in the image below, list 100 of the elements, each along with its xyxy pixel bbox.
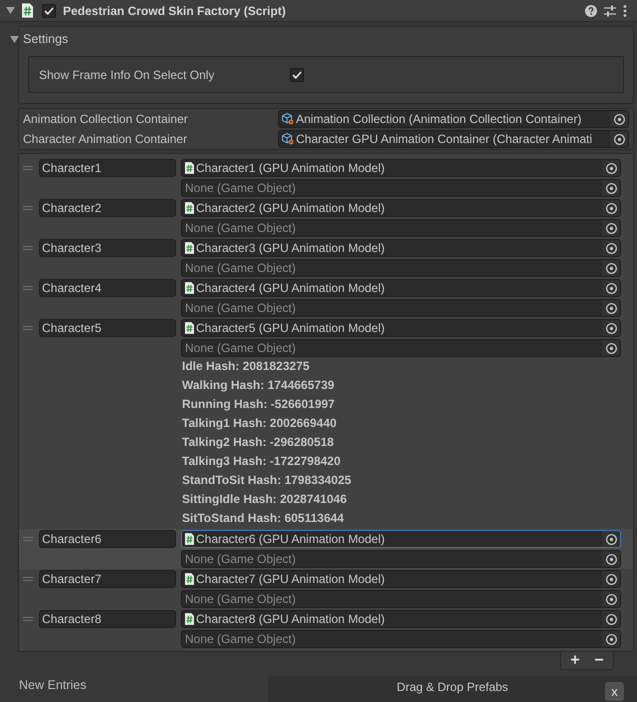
object-field[interactable]: None (Game Object) xyxy=(181,550,621,568)
object-picker-button[interactable] xyxy=(602,220,620,236)
checkmark-icon xyxy=(292,70,302,78)
checkmark-icon xyxy=(44,6,54,14)
object-field[interactable]: Character3 (GPU Animation Model) xyxy=(181,239,621,257)
object-field[interactable]: Character GPU Animation Container (Character Animati xyxy=(278,130,629,148)
object-field[interactable]: Character2 (GPU Animation Model) xyxy=(181,199,621,217)
object-picker-button[interactable] xyxy=(602,531,620,547)
hash-text: SitToStand Hash: 605113644 xyxy=(181,510,344,527)
drag-handle-icon[interactable] xyxy=(23,246,33,250)
enable-checkbox[interactable] xyxy=(42,4,56,18)
list-row[interactable]: Character8 Character8 (GPU Animation Model) None (Game Object) xyxy=(19,609,633,649)
name-field[interactable]: Character1 xyxy=(39,159,176,177)
field-label: Show Frame Info On Select Only xyxy=(39,68,216,82)
object-picker-button[interactable] xyxy=(602,631,620,647)
object-picker-button[interactable] xyxy=(602,571,620,587)
object-picker-button[interactable] xyxy=(602,300,620,316)
target-icon xyxy=(606,282,616,294)
name-field[interactable]: Character4 xyxy=(39,279,176,297)
foldout-arrow-icon[interactable] xyxy=(10,36,19,42)
show-frame-info-checkbox[interactable] xyxy=(290,68,304,82)
object-picker-button[interactable] xyxy=(602,180,620,196)
hash-text: Talking1 Hash: 2002669440 xyxy=(181,415,337,432)
prefab-cube-icon xyxy=(282,133,294,145)
target-icon xyxy=(606,322,616,334)
foldout-arrow-icon[interactable] xyxy=(6,7,15,14)
target-icon xyxy=(606,594,616,604)
script-asset-icon xyxy=(185,162,194,174)
prefab-cube-icon xyxy=(282,113,294,125)
hash-text: StandToSit Hash: 1798334025 xyxy=(181,472,352,489)
object-field[interactable]: None (Game Object) xyxy=(181,630,621,648)
name-field[interactable]: Character2 xyxy=(39,199,176,217)
object-field[interactable]: None (Game Object) xyxy=(181,339,621,357)
remove-button[interactable]: − xyxy=(588,652,610,668)
script-asset-icon xyxy=(185,613,194,625)
object-picker-button[interactable] xyxy=(602,591,620,607)
object-field[interactable]: Character7 (GPU Animation Model) xyxy=(181,570,621,588)
drag-handle-icon[interactable] xyxy=(23,326,33,330)
object-picker-button[interactable] xyxy=(602,200,620,216)
object-picker-button[interactable] xyxy=(602,551,620,567)
object-field[interactable]: None (Game Object) xyxy=(181,219,621,237)
target-icon xyxy=(606,182,616,194)
object-field[interactable]: None (Game Object) xyxy=(181,179,621,197)
object-field[interactable]: None (Game Object) xyxy=(181,259,621,277)
script-asset-icon xyxy=(185,202,194,214)
target-icon xyxy=(606,162,616,174)
list-row[interactable]: Character1 Character1 (GPU Animation Model) None (Game Object) xyxy=(19,158,633,198)
object-picker-button[interactable] xyxy=(602,280,620,296)
object-picker-button[interactable] xyxy=(602,611,620,627)
object-field[interactable]: Character1 (GPU Animation Model) xyxy=(181,159,621,177)
list-row[interactable]: Character4 Character4 (GPU Animation Model) None (Game Object) xyxy=(19,278,633,318)
name-field[interactable]: Character8 xyxy=(39,610,176,628)
drag-handle-icon[interactable] xyxy=(23,537,33,541)
drag-handle-icon[interactable] xyxy=(23,166,33,170)
script-asset-icon xyxy=(185,282,194,294)
script-asset-icon xyxy=(185,533,194,545)
name-field[interactable]: Character5 xyxy=(39,319,176,337)
object-field[interactable]: Character5 (GPU Animation Model) xyxy=(181,319,621,337)
drag-handle-icon[interactable] xyxy=(23,286,33,290)
drop-area[interactable]: Drag & Drop Prefabs x xyxy=(268,676,637,702)
object-picker-button[interactable] xyxy=(602,260,620,276)
object-picker-button[interactable] xyxy=(610,111,628,127)
list-row[interactable]: Character3 Character3 (GPU Animation Model) None (Game Object) xyxy=(19,238,633,278)
object-picker-button[interactable] xyxy=(602,160,620,176)
list-row[interactable]: Character7 Character7 (GPU Animation Model) None (Game Object) xyxy=(19,569,633,609)
object-picker-button[interactable] xyxy=(610,131,628,147)
sliders-icon[interactable] xyxy=(604,4,616,16)
object-field[interactable]: None (Game Object) xyxy=(181,590,621,608)
object-field[interactable]: Animation Collection (Animation Collection Container) xyxy=(278,110,629,128)
object-picker-button[interactable] xyxy=(602,320,620,336)
target-icon xyxy=(606,222,616,234)
hash-text: Walking Hash: 1744665739 xyxy=(181,377,334,394)
name-field[interactable]: Character7 xyxy=(39,570,176,588)
settings-foldout-label[interactable]: Settings xyxy=(23,32,68,46)
field-label: Character Animation Container xyxy=(23,132,188,146)
target-icon xyxy=(606,634,616,644)
target-icon xyxy=(606,614,616,624)
hash-text: Idle Hash: 2081823275 xyxy=(181,358,310,375)
object-field[interactable]: None (Game Object) xyxy=(181,299,621,317)
list-row[interactable]: Character6 Character6 (GPU Animation Model) None (Game Object) xyxy=(19,529,633,569)
drag-handle-icon[interactable] xyxy=(23,206,33,210)
add-button[interactable]: + xyxy=(564,652,586,668)
target-icon xyxy=(606,242,616,254)
target-icon xyxy=(606,534,616,544)
object-field[interactable]: Character6 (GPU Animation Model) xyxy=(181,530,621,548)
name-field[interactable]: Character3 xyxy=(39,239,176,257)
target-icon xyxy=(606,302,616,314)
help-icon[interactable] xyxy=(585,4,597,16)
script-asset-icon xyxy=(185,573,194,585)
drag-handle-icon[interactable] xyxy=(23,577,33,581)
object-field[interactable]: Character4 (GPU Animation Model) xyxy=(181,279,621,297)
object-picker-button[interactable] xyxy=(602,240,620,256)
drag-handle-icon[interactable] xyxy=(23,617,33,621)
script-asset-icon xyxy=(185,322,194,334)
list-row[interactable]: Character2 Character2 (GPU Animation Model) None (Game Object) xyxy=(19,198,633,238)
clear-button[interactable]: x xyxy=(605,682,624,701)
object-field[interactable]: Character8 (GPU Animation Model) xyxy=(181,610,621,628)
more-menu-icon[interactable] xyxy=(623,4,627,16)
name-field[interactable]: Character6 xyxy=(39,530,176,548)
object-picker-button[interactable] xyxy=(602,340,620,356)
